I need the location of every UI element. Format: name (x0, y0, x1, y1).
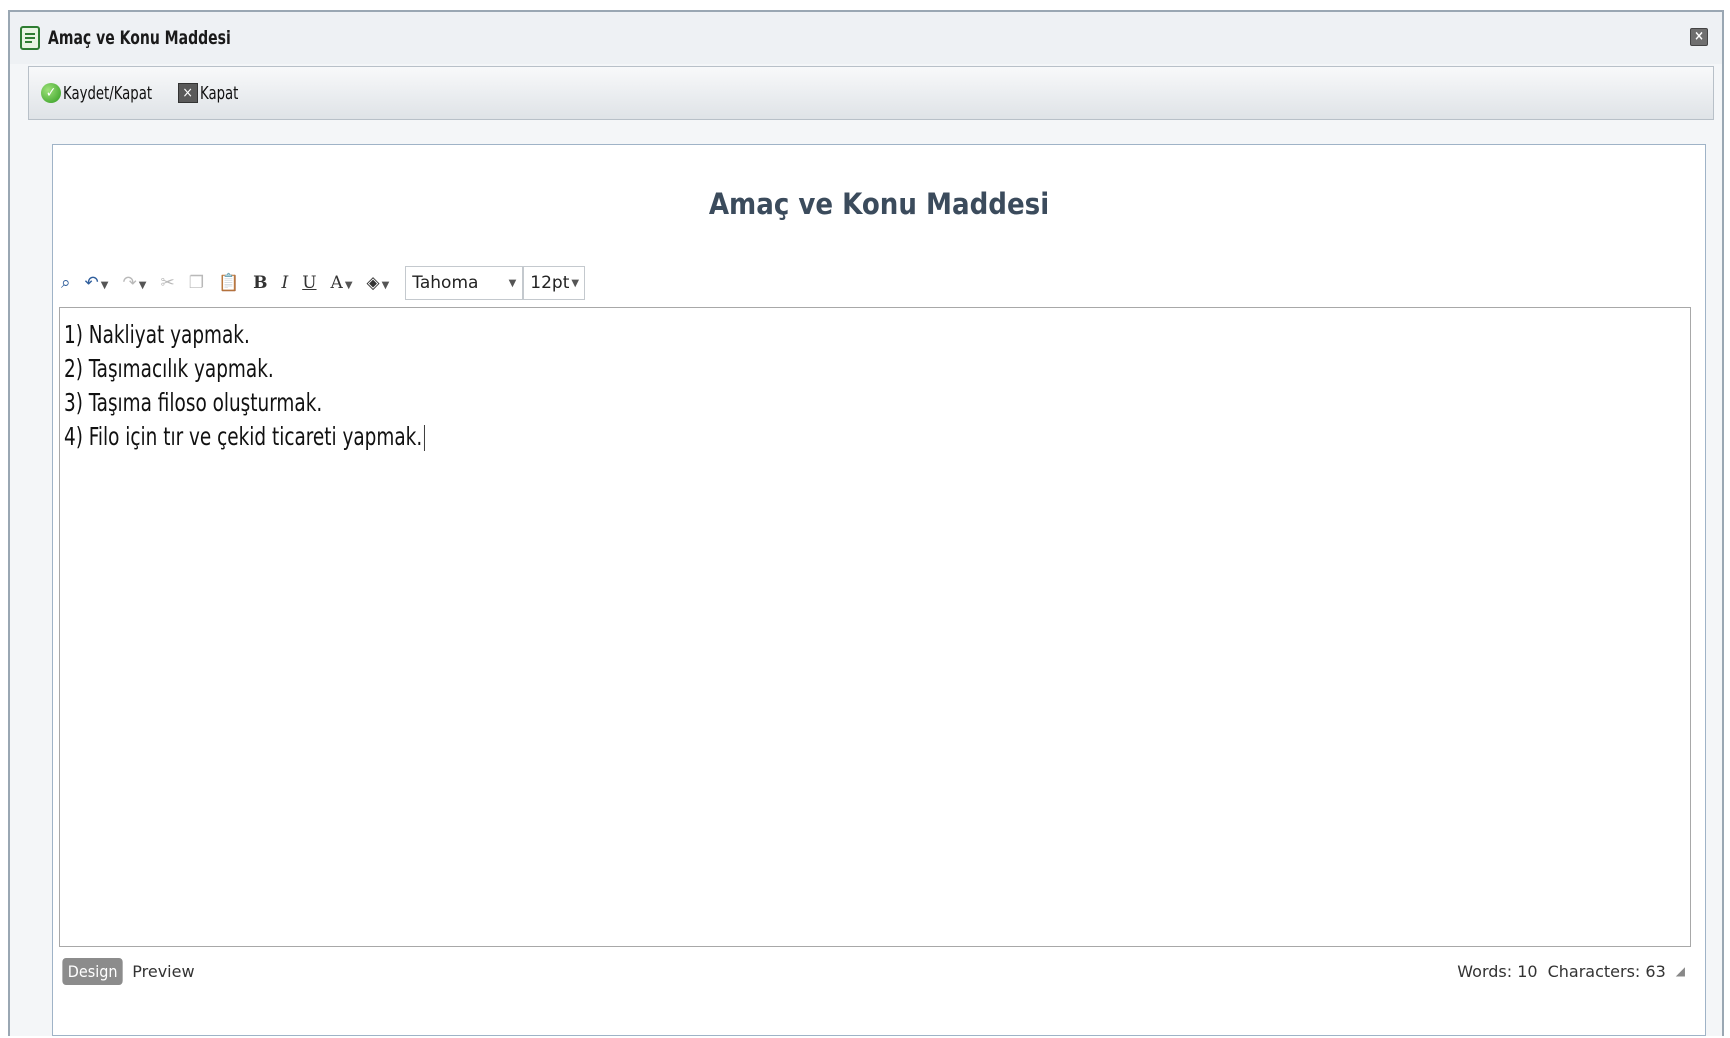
content-frame: Amaç ve Konu Maddesi ⌕ ↶ ▼ ↷ ▼ ✂ ❐ 📋 B I U… (52, 144, 1706, 1036)
italic-icon[interactable]: I (281, 273, 288, 293)
check-icon: ✓ (41, 83, 61, 103)
word-count-stats: Words: 10 Characters: 63 ◢ (1447, 962, 1685, 981)
tab-design[interactable]: Design (62, 957, 123, 985)
editor-toolbar: ⌕ ↶ ▼ ↷ ▼ ✂ ❐ 📋 B I U A ▼ ◈ ▼ Tahoma ▼ 12pt … (61, 263, 586, 303)
highlight-icon[interactable]: ◈ ▼ (367, 273, 390, 293)
window-title: Amaç ve Konu Maddesi (48, 27, 231, 49)
close-x-icon: × (177, 83, 198, 103)
dialog-window: Amaç ve Konu Maddesi × ✓ Kaydet/Kapat × … (8, 10, 1724, 1036)
close-button[interactable]: × Kapat (172, 83, 247, 104)
text-caret (423, 425, 425, 451)
content-area: Amaç ve Konu Maddesi ⌕ ↶ ▼ ↷ ▼ ✂ ❐ 📋 B I U… (53, 145, 1705, 1035)
resize-grip-icon[interactable]: ◢ (1676, 964, 1685, 978)
editor-text-area[interactable]: 1) Nakliyat yapmak. 2) Taşımacılık yapma… (59, 307, 1691, 947)
paste-icon[interactable]: 📋 (218, 273, 239, 293)
editor-line: 2) Taşımacılık yapmak. (64, 354, 274, 383)
editor-line-text: 4) Filo için tır ve çekid ticareti yapma… (64, 422, 423, 451)
font-size-select[interactable]: 12pt ▼ (523, 266, 586, 300)
document-icon (20, 26, 40, 50)
undo-icon[interactable]: ↶ ▼ (85, 273, 109, 293)
font-family-select[interactable]: Tahoma ▼ (405, 266, 524, 300)
font-family-value: Tahoma (412, 273, 479, 293)
title-bar: Amaç ve Konu Maddesi × (10, 12, 1722, 64)
character-count: Characters: 63 (1547, 961, 1666, 981)
page-title: Amaç ve Konu Maddesi (708, 187, 1050, 221)
chevron-down-icon: ▼ (571, 277, 580, 289)
font-color-icon[interactable]: A ▼ (331, 273, 353, 293)
mode-tabs: Design Preview (59, 957, 195, 985)
chevron-down-icon: ▼ (508, 277, 517, 289)
editor-line: 1) Nakliyat yapmak. (64, 320, 250, 349)
close-icon[interactable]: × (1690, 28, 1708, 46)
bold-icon[interactable]: B (253, 273, 267, 293)
font-size-value: 12pt (530, 273, 570, 293)
cut-icon[interactable]: ✂ (160, 273, 174, 293)
redo-icon[interactable]: ↷ ▼ (122, 273, 146, 293)
action-toolbar: ✓ Kaydet/Kapat × Kapat (28, 66, 1714, 120)
save-close-button[interactable]: ✓ Kaydet/Kapat (41, 83, 172, 104)
editor-status-bar: Design Preview Words: 10 Characters: 63 … (59, 951, 1691, 991)
underline-icon[interactable]: U (302, 273, 316, 293)
editor-line-last: 4) Filo için tır ve çekid ticareti yapma… (64, 420, 1397, 454)
close-label: Kapat (199, 82, 239, 104)
word-count: Words: 10 (1457, 961, 1538, 981)
copy-icon[interactable]: ❐ (189, 273, 204, 293)
editor-line: 3) Taşıma filoso oluşturmak. (64, 388, 323, 417)
save-close-label: Kaydet/Kapat (63, 82, 153, 104)
tab-preview[interactable]: Preview (132, 962, 194, 981)
find-icon[interactable]: ⌕ (61, 273, 71, 293)
